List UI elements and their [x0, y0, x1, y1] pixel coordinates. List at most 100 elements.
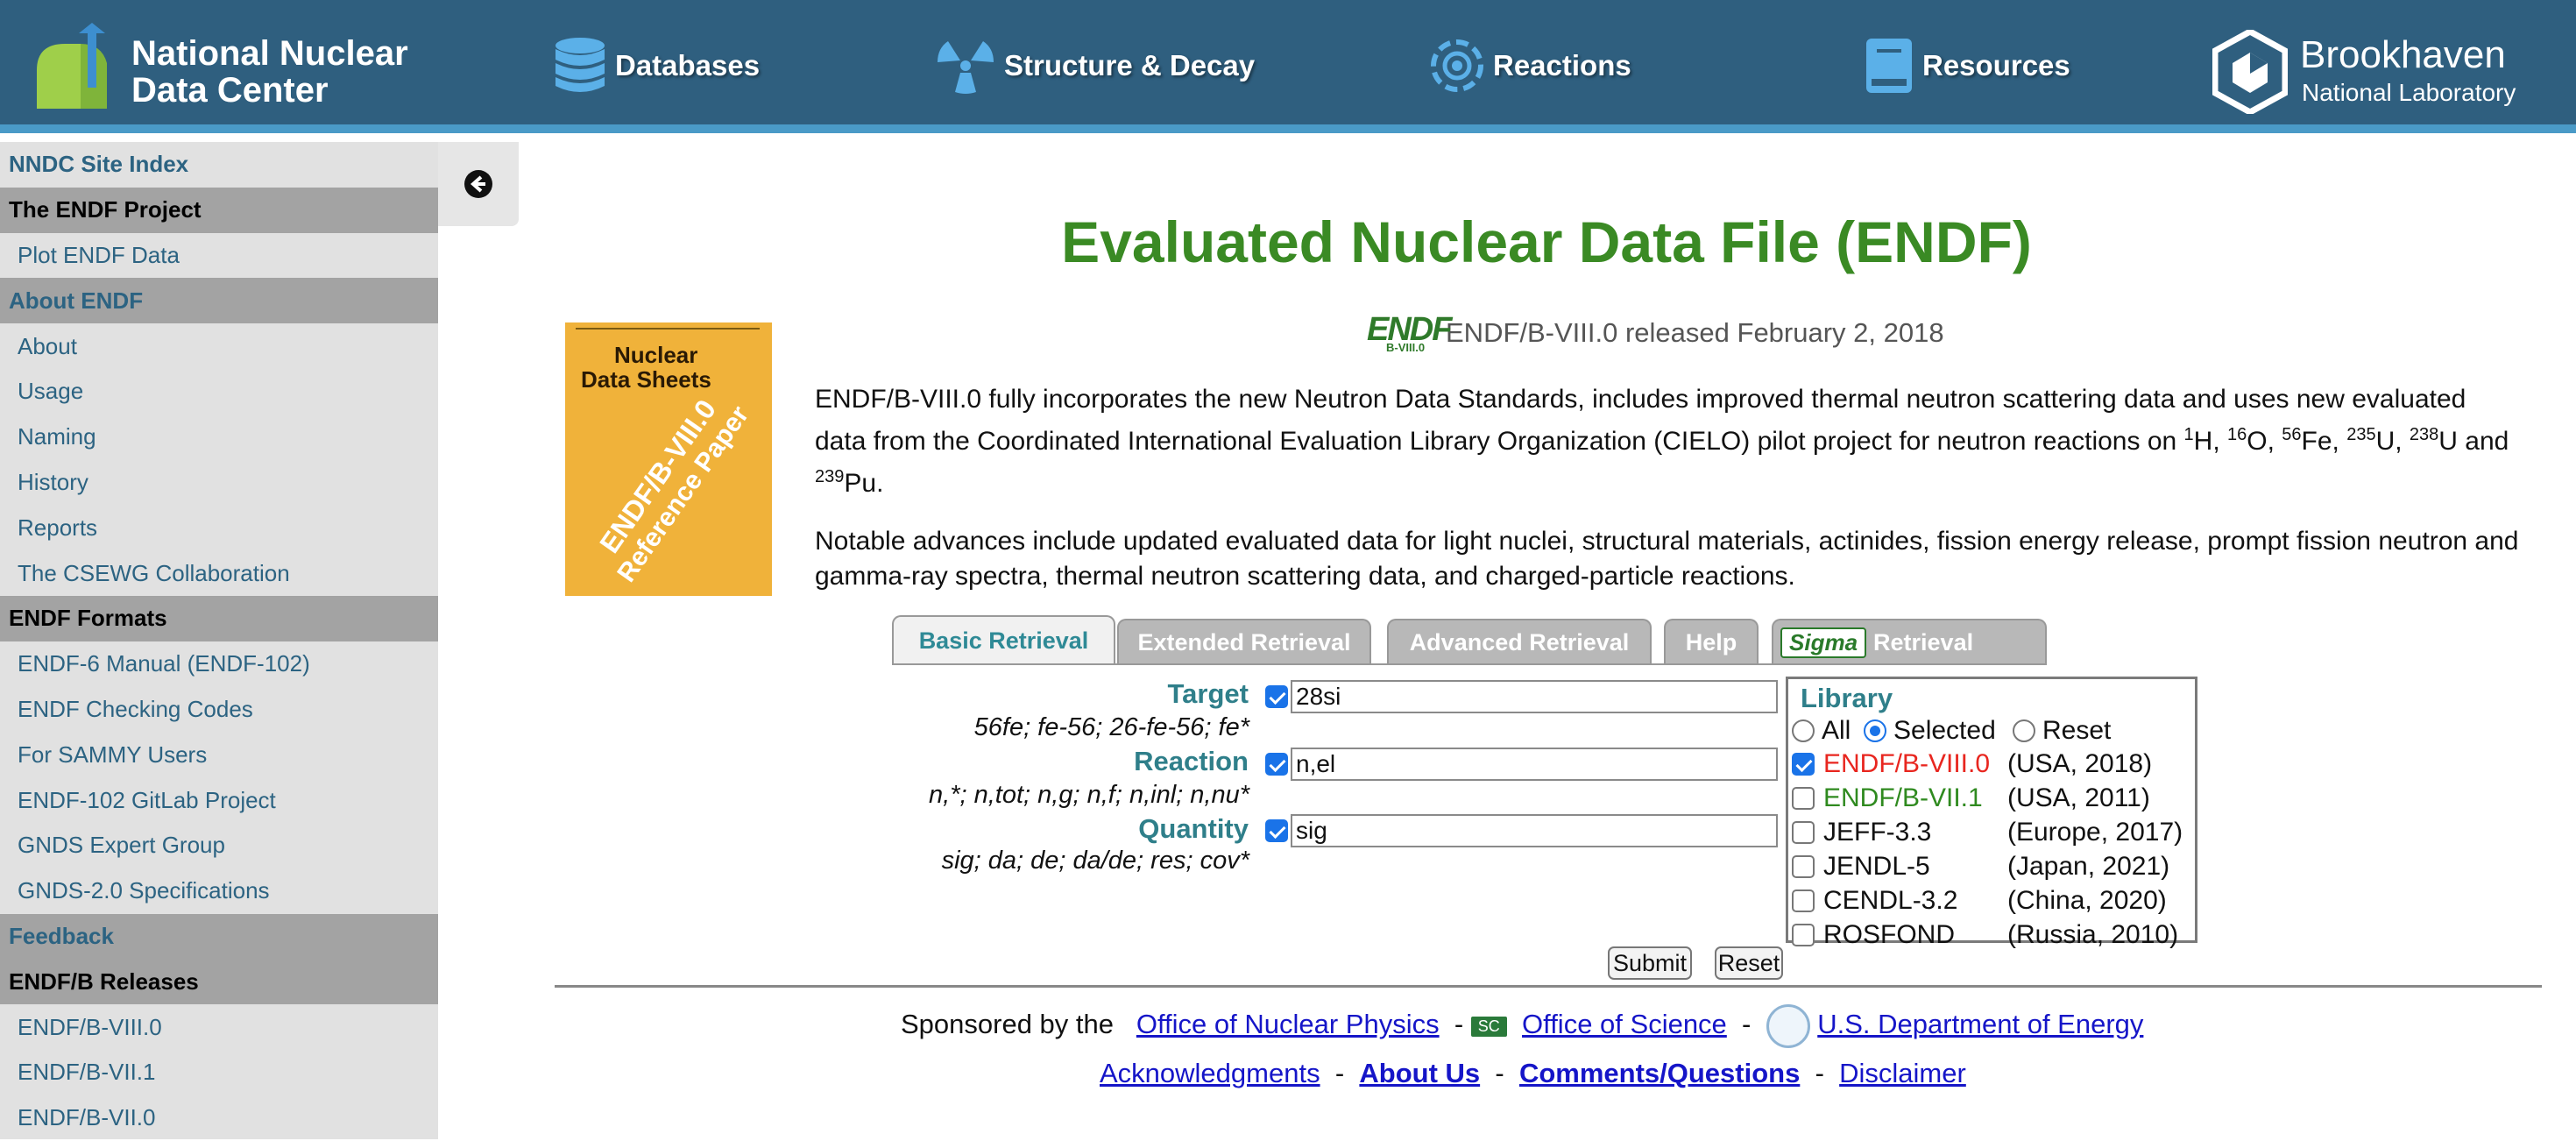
office-nuclear-physics-link[interactable]: Office of Nuclear Physics [1136, 1009, 1440, 1039]
radio-reset[interactable] [2013, 719, 2035, 742]
library-name: JEFF-3.3 [1823, 818, 1932, 847]
library-name: ROSFOND [1823, 920, 1955, 949]
about-us-link[interactable]: About Us [1359, 1058, 1480, 1088]
nav-reactions[interactable]: Reactions [1430, 35, 1631, 96]
radio-all-label: All [1822, 716, 1851, 745]
collapse-sidebar-button[interactable] [438, 142, 519, 226]
sidebar-item-about-endf[interactable]: About ENDF [0, 278, 438, 324]
brookhaven-name: Brookhaven [2300, 33, 2506, 76]
sigma-logo: Sigma [1780, 627, 1867, 658]
nav-databases-label: Databases [615, 49, 761, 82]
sidebar-item-plot-endf-data[interactable]: Plot ENDF Data [0, 233, 438, 279]
library-checkbox[interactable] [1792, 855, 1815, 878]
sidebar-item-endf-formats: ENDF Formats [0, 595, 438, 641]
brookhaven-subtitle: National Laboratory [2302, 79, 2516, 106]
office-of-science-link[interactable]: Office of Science [1522, 1009, 1727, 1039]
reset-button[interactable]: Reset [1715, 946, 1783, 980]
book-icon [1866, 39, 1912, 93]
library-heading: Library [1801, 683, 1893, 713]
sidebar-item-history[interactable]: History [0, 460, 438, 506]
tab-basic-retrieval[interactable]: Basic Retrieval [892, 615, 1115, 664]
cover-journal-line2: Data Sheets [581, 366, 711, 393]
sidebar-item-endf-102-gitlab-project[interactable]: ENDF-102 GitLab Project [0, 777, 438, 823]
radio-selected[interactable] [1864, 719, 1886, 742]
sidebar-item-gnds-2-0-specifications[interactable]: GNDS-2.0 Specifications [0, 868, 438, 914]
disclaimer-link[interactable]: Disclaimer [1839, 1058, 1966, 1088]
library-info: (China, 2020) [2007, 886, 2167, 915]
doe-link[interactable]: U.S. Department of Energy [1817, 1009, 2143, 1039]
tab-help[interactable]: Help [1664, 619, 1759, 664]
sidebar-item-feedback[interactable]: Feedback [0, 913, 438, 960]
sidebar-item-endf-b-vii-1[interactable]: ENDF/B-VII.1 [0, 1050, 438, 1095]
brookhaven-brand[interactable]: Brookhaven National Laboratory [2212, 28, 2516, 118]
quantity-label: Quantity [1138, 813, 1249, 844]
reaction-label: Reaction [1134, 746, 1249, 776]
library-checkbox[interactable] [1792, 787, 1815, 810]
quantity-hint: sig; da; de; da/de; res; cov* [941, 847, 1249, 875]
sidebar-item-endf-checking-codes[interactable]: ENDF Checking Codes [0, 687, 438, 733]
tab-advanced-retrieval[interactable]: Advanced Retrieval [1387, 619, 1652, 664]
sponsor-line: Sponsored by the Office of Nuclear Physi… [901, 1004, 2143, 1048]
target-label: Target [1167, 678, 1249, 709]
nav-structure-decay[interactable]: Structure & Decay [936, 35, 1255, 96]
nav-resources[interactable]: Resources [1865, 35, 2070, 96]
sidebar-item-for-sammy-users[interactable]: For SAMMY Users [0, 732, 438, 777]
acknowledgments-link[interactable]: Acknowledgments [1100, 1058, 1320, 1088]
brand-text: National Nuclear Data Center [131, 35, 482, 109]
library-info: (USA, 2011) [2007, 783, 2150, 812]
library-info: (Russia, 2010) [2007, 920, 2179, 949]
nav-databases[interactable]: Databases [554, 35, 760, 96]
sidebar-item-about[interactable]: About [0, 323, 438, 369]
nav-reactions-label: Reactions [1493, 49, 1631, 82]
release-text: ENDF/B-VIII.0 released February 2, 2018 [1446, 317, 1944, 348]
target-hint: 56fe; fe-56; 26-fe-56; fe* [973, 713, 1249, 741]
library-checkbox[interactable] [1792, 924, 1815, 946]
atom-icon [1431, 39, 1483, 92]
sidebar-item-reports[interactable]: Reports [0, 505, 438, 550]
radio-selected-label: Selected [1893, 716, 1996, 745]
sidebar-item-endf-6-manual-endf-102[interactable]: ENDF-6 Manual (ENDF-102) [0, 641, 438, 687]
intro-paragraph: ENDF/B-VIII.0 fully incorporates the new… [815, 385, 2509, 498]
doe-seal-icon [1766, 1004, 1810, 1048]
radio-all[interactable] [1792, 719, 1815, 742]
radio-reset-label: Reset [2042, 716, 2112, 745]
nav-structure-decay-label: Structure & Decay [1004, 49, 1256, 82]
library-info: (Japan, 2021) [2007, 852, 2170, 881]
target-checkbox[interactable] [1265, 685, 1288, 708]
library-info: (USA, 2018) [2007, 749, 2153, 778]
tab-divider [892, 663, 2047, 665]
sidebar-item-endf-b-viii-0[interactable]: ENDF/B-VIII.0 [0, 1004, 438, 1050]
endf-logo-sub: B-VIII.0 [1386, 341, 1426, 354]
page-title: Evaluated Nuclear Data File (ENDF) [1061, 209, 2032, 274]
reference-paper-cover[interactable]: Nuclear Data Sheets ENDF/B-VIII.0 Refere… [565, 322, 772, 596]
target-input[interactable] [1291, 680, 1778, 713]
arrow-left-circle-icon [464, 170, 492, 198]
database-icon [556, 38, 605, 92]
library-checkbox[interactable] [1792, 889, 1815, 912]
tab-sigma-retrieval[interactable]: Sigma Retrieval [1772, 619, 2047, 664]
reaction-checkbox[interactable] [1265, 753, 1288, 776]
sidebar-item-gnds-expert-group[interactable]: GNDS Expert Group [0, 823, 438, 868]
sidebar: NNDC Site Index The ENDF Project Plot ENDF… [0, 142, 438, 1139]
quantity-input[interactable] [1291, 814, 1778, 847]
sidebar-item-the-csewg-collaboration[interactable]: The CSEWG Collaboration [0, 550, 438, 596]
advances-paragraph: Notable advances include updated evaluat… [815, 527, 2519, 591]
brand-line-2: Data Center [131, 71, 329, 110]
submit-button[interactable]: Submit [1608, 946, 1692, 980]
library-checkbox[interactable] [1792, 821, 1815, 844]
sidebar-item-naming[interactable]: Naming [0, 415, 438, 460]
sidebar-item-endf-b-vii-0[interactable]: ENDF/B-VII.0 [0, 1095, 438, 1141]
reaction-hint: n,*; n,tot; n,g; n,f; n,inl; n,nu* [929, 781, 1249, 809]
sidebar-item-usage[interactable]: Usage [0, 369, 438, 415]
library-checkbox[interactable] [1792, 753, 1815, 776]
nav-resources-label: Resources [1922, 49, 2070, 82]
endf-logo: ENDF B-VIII.0 [1367, 311, 1452, 355]
sidebar-item-nndc-site-index[interactable]: NNDC Site Index [0, 142, 438, 188]
library-name: ENDF/B-VII.1 [1823, 783, 1983, 812]
tab-extended-retrieval[interactable]: Extended Retrieval [1117, 619, 1371, 664]
quantity-checkbox[interactable] [1265, 819, 1288, 842]
library-name: CENDL-3.2 [1823, 886, 1958, 915]
reaction-input[interactable] [1291, 748, 1778, 781]
site-header: National Nuclear Data Center Databases S… [0, 0, 2576, 133]
comments-questions-link[interactable]: Comments/Questions [1519, 1058, 1800, 1088]
